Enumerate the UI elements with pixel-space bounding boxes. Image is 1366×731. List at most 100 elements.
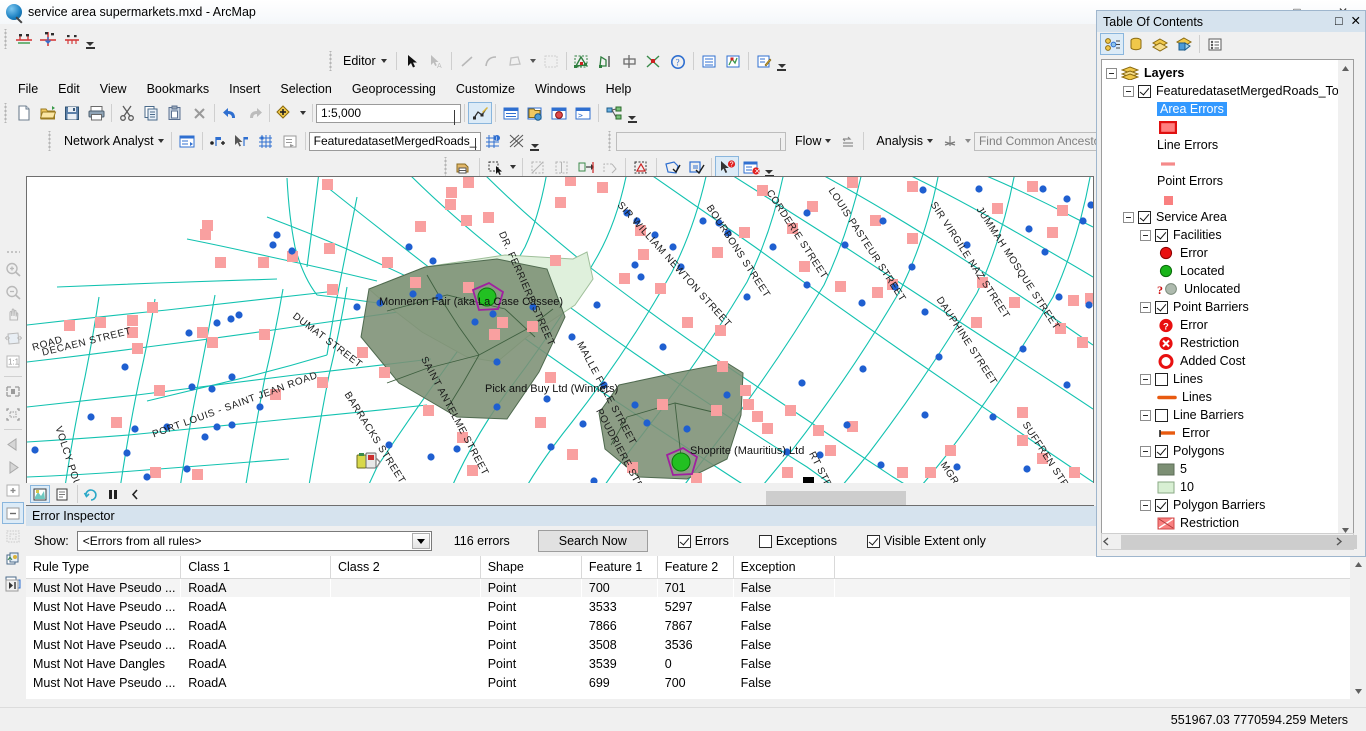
layer-visibility-checkbox[interactable] [1155, 372, 1168, 386]
paste-icon[interactable] [163, 102, 187, 124]
expander-minus-icon[interactable] [1140, 229, 1151, 241]
toc-legend-item[interactable] [1106, 118, 1353, 136]
network-identify-icon[interactable]: i [481, 130, 505, 152]
map-topology-icon[interactable] [452, 156, 476, 178]
toc-layer-item[interactable]: Point Barriers [1106, 298, 1353, 316]
toc-layer-item[interactable]: Polygon Barriers [1106, 496, 1353, 514]
expander-minus-icon[interactable] [1140, 499, 1151, 511]
chevron-down-icon[interactable] [507, 156, 519, 178]
analysis-menu-button[interactable]: Analysis [867, 134, 938, 148]
toolbar-grip[interactable] [6, 250, 20, 255]
column-feature-2[interactable]: Feature 2 [657, 556, 734, 579]
toc-legend-item[interactable]: ? Unlocated [1106, 280, 1353, 298]
editor-toolbar-icon[interactable] [468, 102, 492, 124]
topology-error-inspector-icon[interactable] [60, 28, 84, 50]
zoom-out-icon[interactable] [2, 281, 24, 303]
toc-layer-item[interactable]: Polygons [1106, 442, 1353, 460]
toc-layer-item[interactable]: Service Area [1106, 208, 1353, 226]
list-by-selection-icon[interactable] [1172, 33, 1196, 55]
toolbar-grip[interactable] [607, 131, 613, 151]
refresh-view-icon[interactable] [2, 525, 24, 547]
toolbar-overflow-icon[interactable] [529, 131, 541, 151]
toc-legend-item[interactable]: Restriction [1106, 334, 1353, 352]
menu-edit[interactable]: Edit [48, 80, 90, 98]
visible-extent-checkbox[interactable]: Visible Extent only [866, 534, 986, 548]
toc-layer-item[interactable]: Lines [1106, 370, 1353, 388]
new-map-icon[interactable] [12, 102, 36, 124]
editor-menu-button[interactable]: Editor [337, 54, 393, 68]
table-row[interactable]: Must Not Have Pseudo ... RoadA Point 3533 52… [26, 597, 1366, 616]
toc-layer-item[interactable]: Facilities [1106, 226, 1353, 244]
split-tool-icon[interactable] [570, 50, 594, 72]
layer-visibility-checkbox[interactable] [1155, 228, 1168, 242]
zoom-to-selection-icon[interactable] [2, 403, 24, 425]
attributes-icon[interactable]: ? [666, 50, 690, 72]
toc-legend-item[interactable]: Lines [1106, 388, 1353, 406]
edit-vertices-icon[interactable] [721, 50, 745, 72]
layer-visibility-checkbox[interactable] [1155, 498, 1168, 512]
layer-visibility-checkbox[interactable] [1155, 408, 1168, 422]
menu-file[interactable]: File [8, 80, 48, 98]
network-analyst-window-icon[interactable] [175, 130, 199, 152]
toc-close-button[interactable]: ✕ [1351, 13, 1361, 28]
layer-visibility-checkbox[interactable] [1155, 300, 1168, 314]
build-network-icon[interactable] [505, 130, 529, 152]
rotate-tool-icon[interactable] [594, 50, 618, 72]
merge-icon[interactable] [618, 50, 642, 72]
table-row[interactable]: Must Not Have Pseudo ... RoadA Point 700 701… [26, 578, 1366, 597]
toc-layer-item[interactable]: Layers [1106, 64, 1353, 82]
utility-network-combo[interactable] [616, 131, 786, 151]
errors-checkbox[interactable]: Errors [677, 534, 729, 548]
create-location-icon[interactable] [206, 130, 230, 152]
toc-legend-item[interactable]: Point Errors [1106, 172, 1353, 190]
toc-legend-item[interactable]: Area Errors [1106, 100, 1353, 118]
toc-legend-item[interactable]: Added Cost [1106, 352, 1353, 370]
layer-visibility-checkbox[interactable] [1138, 84, 1151, 98]
toolbar-grip[interactable] [47, 131, 53, 151]
toc-horizontal-scrollbar[interactable] [1101, 533, 1357, 550]
scroll-up-icon[interactable] [1350, 556, 1366, 572]
validate-area-icon[interactable] [684, 156, 708, 178]
menu-bookmarks[interactable]: Bookmarks [137, 80, 220, 98]
trace-task-icon[interactable] [938, 130, 962, 152]
open-icon[interactable] [36, 102, 60, 124]
remove-bookmark-icon[interactable] [2, 502, 24, 524]
full-extent-icon[interactable] [2, 327, 24, 349]
column-exception[interactable]: Exception [733, 556, 835, 579]
go-back-extent-icon[interactable] [2, 433, 24, 455]
scroll-right-icon[interactable] [1335, 537, 1352, 546]
expander-minus-icon[interactable] [1140, 445, 1151, 457]
exceptions-checkbox[interactable]: Exceptions [758, 534, 837, 548]
toc-legend-item[interactable]: 5 [1106, 460, 1353, 478]
trace-icon[interactable] [539, 50, 563, 72]
layer-visibility-checkbox[interactable] [1138, 210, 1151, 224]
toc-restore-button[interactable]: □ [1335, 14, 1343, 28]
planarize-icon[interactable] [574, 156, 598, 178]
table-row[interactable]: Must Not Have Pseudo ... RoadA Point 3508 35… [26, 635, 1366, 654]
save-icon[interactable] [60, 102, 84, 124]
add-bookmark-icon[interactable] [2, 479, 24, 501]
table-row[interactable]: Must Not Have Pseudo ... RoadA Point 699 700… [26, 673, 1366, 692]
expander-minus-icon[interactable] [1123, 211, 1134, 223]
list-by-source-icon[interactable] [1124, 33, 1148, 55]
undo-icon[interactable] [218, 102, 242, 124]
scrollbar-thumb[interactable] [766, 491, 906, 505]
print-icon[interactable] [84, 102, 108, 124]
options-icon[interactable] [1203, 33, 1227, 55]
straight-segment-icon[interactable] [455, 50, 479, 72]
search-icon[interactable] [547, 102, 571, 124]
go-forward-extent-icon[interactable] [2, 456, 24, 478]
scroll-down-icon[interactable] [1350, 683, 1366, 699]
show-shared-features-icon[interactable] [526, 156, 550, 178]
expander-minus-icon[interactable] [1123, 85, 1134, 97]
toolbar-grip[interactable] [328, 51, 334, 71]
layer-visibility-checkbox[interactable] [1155, 444, 1168, 458]
flow-direction-icon[interactable] [836, 130, 860, 152]
validate-extent-icon[interactable] [660, 156, 684, 178]
construct-polygon-icon[interactable] [503, 50, 527, 72]
menu-view[interactable]: View [90, 80, 137, 98]
pause-drawing-icon[interactable] [103, 485, 123, 503]
expand-panel-icon[interactable] [0, 574, 26, 596]
toc-legend-item[interactable] [1106, 154, 1353, 172]
identify-icon[interactable] [2, 548, 24, 570]
